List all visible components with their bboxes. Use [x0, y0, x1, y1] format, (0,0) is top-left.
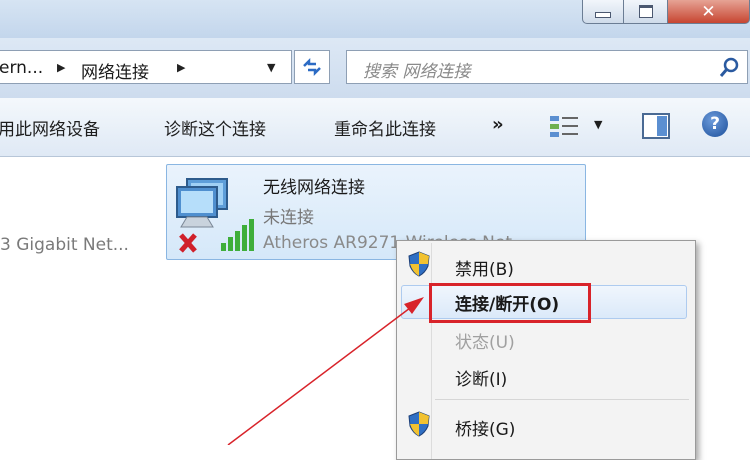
- context-menu: 禁用(B) 连接/断开(O) 状态(U) 诊断(I) 桥接(G): [396, 240, 696, 460]
- menu-gutter-divider: [431, 243, 432, 459]
- minimize-button[interactable]: [582, 0, 624, 24]
- ethernet-adapter-label[interactable]: 3 Gigabit Net...: [0, 235, 129, 255]
- help-button[interactable]: ?: [702, 111, 728, 137]
- refresh-button[interactable]: [294, 50, 330, 84]
- breadcrumb-arrow-icon[interactable]: ▶: [177, 61, 185, 74]
- annotation-highlight-box: [429, 283, 591, 323]
- uac-shield-icon: [408, 411, 430, 437]
- preview-pane-icon[interactable]: [642, 113, 670, 139]
- maximize-button[interactable]: [624, 0, 668, 24]
- search-box[interactable]: 搜索 网络连接: [346, 50, 748, 84]
- minimize-icon: [595, 11, 611, 18]
- view-dropdown-icon[interactable]: ▼: [594, 118, 602, 131]
- breadcrumb-current[interactable]: 网络连接: [81, 58, 149, 83]
- menu-item-disable[interactable]: 禁用(B): [455, 255, 514, 280]
- command-toolbar: 用此网络设备 诊断这个连接 重命名此连接 » ▼ ?: [0, 98, 750, 157]
- breadcrumb-parent[interactable]: ern...: [0, 58, 43, 78]
- close-icon: ✕: [701, 1, 716, 22]
- menu-item-status: 状态(U): [455, 333, 515, 353]
- toolbar-diagnose-button[interactable]: 诊断这个连接: [164, 115, 266, 140]
- adapter-name: 无线网络连接: [263, 178, 365, 198]
- menu-item-bridge[interactable]: 桥接(G): [455, 415, 515, 440]
- toolbar-more-button[interactable]: »: [492, 114, 504, 135]
- search-placeholder: 搜索 网络连接: [363, 62, 471, 82]
- address-row: ern... ▶ 网络连接 ▶ ▼ 搜索 网络连接: [0, 38, 750, 98]
- address-dropdown-icon[interactable]: ▼: [267, 61, 275, 74]
- menu-separator: [435, 399, 689, 400]
- title-bar: ✕: [0, 0, 750, 38]
- close-button[interactable]: ✕: [668, 0, 750, 24]
- refresh-icon: [303, 57, 321, 77]
- help-icon: ?: [710, 114, 720, 134]
- search-icon[interactable]: [719, 57, 741, 79]
- maximize-icon: [638, 5, 653, 18]
- change-view-icon[interactable]: [548, 114, 580, 140]
- uac-shield-icon: [408, 251, 430, 277]
- toolbar-use-device-button[interactable]: 用此网络设备: [0, 115, 100, 140]
- toolbar-rename-button[interactable]: 重命名此连接: [334, 115, 436, 140]
- adapter-status: 未连接: [263, 208, 314, 228]
- address-bar[interactable]: ern... ▶ 网络连接 ▶ ▼: [0, 50, 292, 84]
- wireless-network-icon: [176, 178, 254, 253]
- breadcrumb-arrow-icon[interactable]: ▶: [57, 61, 65, 74]
- menu-item-diagnose[interactable]: 诊断(I): [455, 365, 507, 390]
